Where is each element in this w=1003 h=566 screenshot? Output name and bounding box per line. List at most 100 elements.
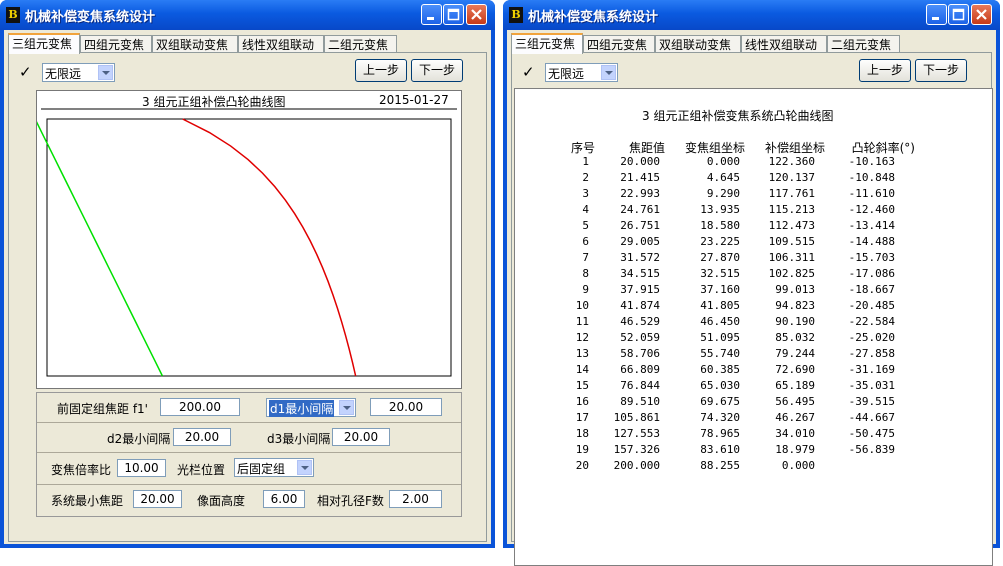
left-window: B 机械补偿变焦系统设计 三组元变焦 四组元变焦 双组联动变焦 线性双组联动 二… — [0, 0, 495, 548]
cell-comp-pos: 122.360 — [768, 155, 815, 168]
cell-index: 14 — [575, 363, 589, 376]
cell-comp-pos: 120.137 — [768, 171, 815, 184]
cell-cam-slope: -15.703 — [848, 251, 895, 264]
cell-focal: 29.005 — [620, 235, 660, 248]
image-height-input[interactable]: 6.00 — [263, 490, 305, 508]
close-button[interactable] — [466, 4, 487, 25]
mode-select[interactable]: 无限远 — [42, 63, 115, 82]
cell-focal: 24.761 — [620, 203, 660, 216]
mode-select[interactable]: 无限远 — [545, 63, 618, 82]
table-row: 6 29.005 23.225 109.515 -14.488 — [555, 235, 935, 251]
table-row: 5 26.751 18.580 112.473 -13.414 — [555, 219, 935, 235]
tab-four-group[interactable]: 四组元变焦 — [80, 35, 152, 53]
cell-zoom-pos: 88.255 — [700, 459, 740, 472]
cell-cam-slope: -35.031 — [848, 379, 895, 392]
cell-focal: 20.000 — [620, 155, 660, 168]
chevron-down-icon[interactable] — [601, 65, 616, 80]
front-fixed-focal-input[interactable]: 200.00 — [160, 398, 240, 416]
cell-cam-slope: -31.169 — [848, 363, 895, 376]
cell-zoom-pos: 18.580 — [700, 219, 740, 232]
stop-position-select[interactable]: 后固定组 — [234, 458, 314, 477]
tab-two-group[interactable]: 二组元变焦 — [324, 35, 397, 53]
plot-frame — [46, 118, 452, 377]
cell-index: 18 — [575, 427, 589, 440]
stop-position-label: 光栏位置 — [177, 463, 226, 477]
minimize-button[interactable] — [926, 4, 947, 25]
cell-comp-pos: 65.189 — [775, 379, 815, 392]
prev-step-button[interactable]: 上一步 — [859, 59, 911, 82]
close-icon — [471, 9, 482, 20]
cell-focal: 105.861 — [613, 411, 660, 424]
check-icon: ✓ — [19, 63, 32, 81]
cell-cam-slope: -20.485 — [848, 299, 895, 312]
close-button[interactable] — [971, 4, 992, 25]
cell-comp-pos: 109.515 — [768, 235, 815, 248]
cam-data-table: 3 组元正组补偿变焦系统凸轮曲线图 序号 焦距值 变焦组坐标 补偿组坐标 凸轮斜… — [514, 88, 993, 566]
cell-zoom-pos: 37.160 — [700, 283, 740, 296]
maximize-button[interactable] — [948, 4, 969, 25]
cell-focal: 76.844 — [620, 379, 660, 392]
cell-zoom-pos: 69.675 — [700, 395, 740, 408]
f-number-label: 相对孔径F数 — [317, 494, 384, 508]
cell-zoom-pos: 60.385 — [700, 363, 740, 376]
app-icon: B — [6, 7, 20, 23]
cell-cam-slope: -50.475 — [848, 427, 895, 440]
cell-index: 2 — [582, 171, 589, 184]
maximize-button[interactable] — [443, 4, 464, 25]
right-window: B 机械补偿变焦系统设计 三组元变焦 四组元变焦 双组联动变焦 线性双组联动 二… — [503, 0, 1000, 566]
front-fixed-focal-label: 前固定组焦距 f1' — [57, 402, 148, 416]
d3-input[interactable]: 20.00 — [332, 428, 390, 446]
table-row: 13 58.706 55.740 79.244 -27.858 — [555, 347, 935, 363]
tab-four-group[interactable]: 四组元变焦 — [583, 35, 655, 53]
d1-input[interactable]: 20.00 — [370, 398, 442, 416]
min-focal-input[interactable]: 20.00 — [133, 490, 182, 508]
chevron-down-icon[interactable] — [297, 460, 312, 475]
chevron-down-icon[interactable] — [339, 400, 354, 415]
cell-focal: 34.515 — [620, 267, 660, 280]
d1-select[interactable]: d1最小间隔 — [266, 398, 356, 417]
tab-two-group[interactable]: 二组元变焦 — [827, 35, 900, 53]
window-client: 三组元变焦 四组元变焦 双组联动变焦 线性双组联动 二组元变焦 ✓ 无限远 上一… — [4, 30, 491, 544]
cell-index: 8 — [582, 267, 589, 280]
table-row: 20 200.000 88.255 0.000 — [555, 459, 935, 475]
param-row-4: 系统最小焦距 20.00 像面高度 6.00 相对孔径F数 2.00 — [37, 484, 461, 515]
zoom-ratio-input[interactable]: 10.00 — [117, 459, 166, 477]
tab-linear-dual-linked[interactable]: 线性双组联动 — [238, 35, 324, 53]
cell-cam-slope: -10.848 — [848, 171, 895, 184]
tab-three-group[interactable]: 三组元变焦 — [8, 33, 80, 54]
table-row: 1 20.000 0.000 122.360 -10.163 — [555, 155, 935, 171]
cell-index: 9 — [582, 283, 589, 296]
cell-zoom-pos: 78.965 — [700, 427, 740, 440]
cell-focal: 58.706 — [620, 347, 660, 360]
cell-index: 5 — [582, 219, 589, 232]
table-row: 9 37.915 37.160 99.013 -18.667 — [555, 283, 935, 299]
cell-zoom-pos: 83.610 — [700, 443, 740, 456]
d2-label: d2最小间隔 — [107, 432, 171, 446]
header-comp-pos: 补偿组坐标 — [764, 141, 825, 155]
cell-comp-pos: 94.823 — [775, 299, 815, 312]
cell-zoom-pos: 9.290 — [706, 187, 740, 200]
d2-input[interactable]: 20.00 — [173, 428, 231, 446]
cell-index: 15 — [575, 379, 589, 392]
cell-index: 13 — [575, 347, 589, 360]
chevron-down-icon[interactable] — [98, 65, 113, 80]
tab-dual-linked[interactable]: 双组联动变焦 — [655, 35, 741, 53]
title-bar[interactable]: B 机械补偿变焦系统设计 — [0, 0, 495, 30]
prev-step-button[interactable]: 上一步 — [355, 59, 407, 82]
parameter-panel: 前固定组焦距 f1' 200.00 d1最小间隔 20.00 d2最小间隔 20… — [36, 392, 462, 517]
next-step-button[interactable]: 下一步 — [915, 59, 967, 82]
table-row: 2 21.415 4.645 120.137 -10.848 — [555, 171, 935, 187]
next-step-button[interactable]: 下一步 — [411, 59, 463, 82]
cell-zoom-pos: 27.870 — [700, 251, 740, 264]
header-index: 序号 — [570, 141, 595, 155]
cell-comp-pos: 34.010 — [775, 427, 815, 440]
cell-comp-pos: 99.013 — [775, 283, 815, 296]
title-bar[interactable]: B 机械补偿变焦系统设计 — [503, 0, 1000, 30]
tab-dual-linked[interactable]: 双组联动变焦 — [152, 35, 238, 53]
f-number-input[interactable]: 2.00 — [389, 490, 442, 508]
tab-three-group[interactable]: 三组元变焦 — [511, 33, 583, 54]
tab-linear-dual-linked[interactable]: 线性双组联动 — [741, 35, 827, 53]
minimize-button[interactable] — [421, 4, 442, 25]
cell-zoom-pos: 0.000 — [706, 155, 740, 168]
header-zoom-pos: 变焦组坐标 — [684, 141, 745, 155]
